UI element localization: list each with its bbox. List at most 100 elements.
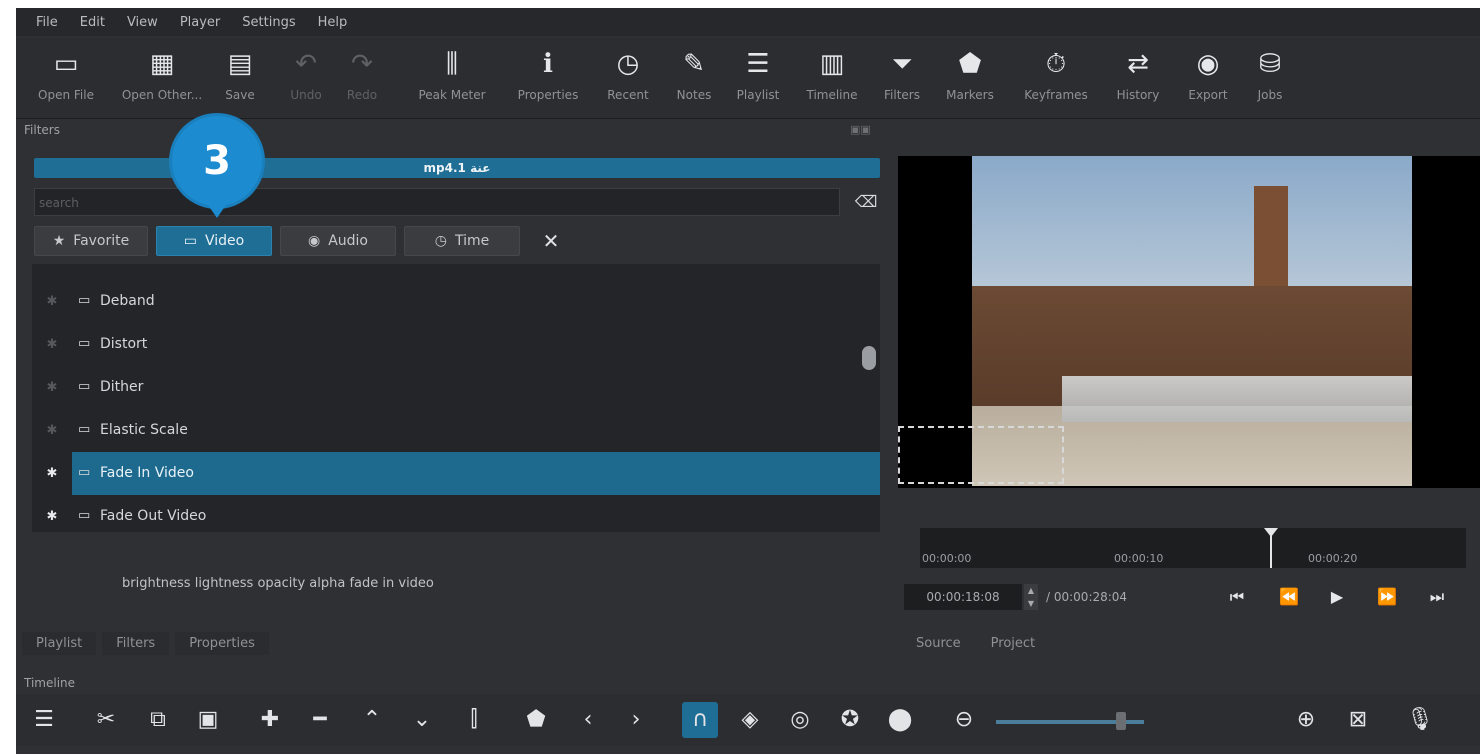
favorite-star-icon[interactable]: ✱ xyxy=(42,323,62,366)
skip-to-end-icon[interactable]: ⏭ xyxy=(1422,584,1452,610)
properties-button[interactable]: ℹ Properties xyxy=(518,44,579,102)
overwrite-icon[interactable]: ⌄ xyxy=(404,702,440,738)
history-icon: ⇄ xyxy=(1127,49,1149,79)
tab-audio[interactable]: ◉ Audio xyxy=(280,226,396,256)
monitor-icon: ▭ xyxy=(78,508,91,523)
filters-button[interactable]: ⏷ Filters xyxy=(884,44,920,102)
tab-video[interactable]: ▭ Video xyxy=(156,226,272,256)
zoom-out-icon[interactable]: ⊖ xyxy=(946,702,982,738)
favorite-star-icon[interactable]: ✱ xyxy=(42,409,62,452)
video-preview xyxy=(898,156,1480,488)
snap-icon[interactable]: ∩ xyxy=(682,702,718,738)
cut-icon[interactable]: ✂ xyxy=(88,702,124,738)
lift-icon[interactable]: ⌃ xyxy=(354,702,390,738)
skip-to-start-icon[interactable]: ⏮ xyxy=(1222,584,1252,610)
tab-playlist[interactable]: Playlist xyxy=(22,632,97,655)
export-button[interactable]: ◉ Export xyxy=(1188,44,1227,102)
peak-meter-button[interactable]: ⫼ Peak Meter xyxy=(418,44,485,102)
favorite-star-icon[interactable]: ✱ xyxy=(42,495,62,538)
step-callout: 3 xyxy=(172,116,262,218)
close-filter-icon[interactable]: ✕ xyxy=(536,226,566,256)
ripple-markers-icon[interactable]: ⬤ xyxy=(882,702,918,738)
filters-panel-title: Filters xyxy=(24,123,60,137)
redo-button[interactable]: ↷ Redo xyxy=(347,44,377,102)
favorite-star-icon[interactable]: ✱ xyxy=(42,280,62,323)
menu-settings[interactable]: Settings xyxy=(242,15,295,30)
split-icon[interactable]: ⫿ xyxy=(456,702,492,738)
playlist-button[interactable]: ☰ Playlist xyxy=(737,44,780,102)
rewind-icon[interactable]: ⏪ xyxy=(1274,584,1304,610)
list-item[interactable]: ✱ ▭ Dither xyxy=(32,366,880,409)
zoom-in-icon[interactable]: ⊕ xyxy=(1288,702,1324,738)
copy-icon[interactable]: ⧉ xyxy=(140,702,176,738)
player-ruler[interactable]: 00:00:00 00:00:10 00:00:20 xyxy=(920,528,1466,568)
stopwatch-icon: ⏱ xyxy=(1045,49,1067,79)
history-button[interactable]: ⇄ History xyxy=(1117,44,1160,102)
list-item[interactable]: ✱ ▭ Deband xyxy=(32,280,880,323)
recent-button[interactable]: ◷ Recent xyxy=(607,44,648,102)
next-marker-icon[interactable]: › xyxy=(618,702,654,738)
jobs-icon: ⛁ xyxy=(1259,49,1281,79)
marker-icon[interactable]: ⬟ xyxy=(518,702,554,738)
paste-icon[interactable]: ▣ xyxy=(190,702,226,738)
append-icon[interactable]: ✚ xyxy=(252,702,288,738)
filter-list: ✱ ▭ Deband ✱ ▭ Distort ✱ ▭ Dither ✱ ▭ El… xyxy=(32,264,880,532)
tab-time[interactable]: ◷ Time xyxy=(404,226,520,256)
open-file-button[interactable]: ▭ Open File xyxy=(38,44,94,102)
timecode-stepper[interactable]: ▲ ▼ xyxy=(1024,584,1038,610)
timeline-menu-icon[interactable]: ☰ xyxy=(26,702,62,738)
open-other-button[interactable]: ▦ Open Other... xyxy=(122,44,202,102)
scrub-icon[interactable]: ◈ xyxy=(732,702,768,738)
list-scrollbar[interactable] xyxy=(862,346,876,370)
favorite-star-icon[interactable]: ✱ xyxy=(42,452,62,495)
play-icon[interactable]: ▶ xyxy=(1322,584,1352,610)
zoom-fit-icon[interactable]: ⊠ xyxy=(1340,702,1376,738)
tab-properties[interactable]: Properties xyxy=(175,632,269,655)
menu-view[interactable]: View xyxy=(127,15,158,30)
zoom-slider-handle[interactable] xyxy=(1116,712,1126,730)
star-icon: ★ xyxy=(52,233,66,249)
tab-project[interactable]: Project xyxy=(979,632,1047,655)
selection-handles[interactable] xyxy=(898,426,1064,484)
tab-filters[interactable]: Filters xyxy=(102,632,170,655)
save-button[interactable]: ▤ Save xyxy=(225,44,254,102)
panel-float-icon[interactable]: ▣▣ xyxy=(850,123,871,136)
info-icon: ℹ xyxy=(543,49,553,79)
favorite-star-icon[interactable]: ✱ xyxy=(42,366,62,409)
menu-bar: File Edit View Player Settings Help xyxy=(16,8,1480,36)
list-item[interactable]: ✱ ▭ Fade Out Video xyxy=(32,495,880,538)
list-item-selected[interactable]: ✱ ▭ Fade In Video xyxy=(32,452,880,495)
menu-player[interactable]: Player xyxy=(180,15,220,30)
filter-description: brightness lightness opacity alpha fade … xyxy=(122,576,434,591)
undo-icon: ↶ xyxy=(295,49,317,79)
filter-icon: ⏷ xyxy=(891,49,913,79)
previous-marker-icon[interactable]: ‹ xyxy=(570,702,606,738)
menu-edit[interactable]: Edit xyxy=(80,15,105,30)
tab-source[interactable]: Source xyxy=(904,632,973,655)
list-item[interactable]: ✱ ▭ Distort xyxy=(32,323,880,366)
timeline-button[interactable]: ▥ Timeline xyxy=(806,44,857,102)
ripple-all-icon[interactable]: ✪ xyxy=(832,702,868,738)
filter-search-input[interactable]: search xyxy=(34,188,840,216)
undo-button[interactable]: ↶ Undo xyxy=(290,44,321,102)
speaker-icon: ◉ xyxy=(307,233,321,249)
save-icon: ▤ xyxy=(227,49,253,79)
keyframes-button[interactable]: ⏱ Keyframes xyxy=(1024,44,1088,102)
ripple-icon[interactable]: ◎ xyxy=(782,702,818,738)
microphone-icon[interactable]: 🎙 xyxy=(1402,702,1438,738)
menu-help[interactable]: Help xyxy=(318,15,348,30)
monitor-icon: ▭ xyxy=(78,379,91,394)
clear-search-icon[interactable]: ⌫ xyxy=(852,192,880,212)
list-item[interactable]: ✱ ▭ Elastic Scale xyxy=(32,409,880,452)
fast-forward-icon[interactable]: ⏩ xyxy=(1372,584,1402,610)
playhead[interactable] xyxy=(1264,528,1278,568)
timeline-toolbar: ☰ ✂ ⧉ ▣ ✚ ━ ⌃ ⌄ ⫿ ⬟ ‹ › ∩ ◈ ◎ ✪ ⬤ ⊖ ⊕ ⊠ … xyxy=(16,694,1480,746)
peak-meter-icon: ⫼ xyxy=(446,49,458,79)
tab-favorite[interactable]: ★ Favorite xyxy=(34,226,148,256)
menu-file[interactable]: File xyxy=(36,15,58,30)
markers-button[interactable]: ⬟ Markers xyxy=(946,44,994,102)
notes-button[interactable]: ✎ Notes xyxy=(677,44,712,102)
timecode-field[interactable]: 00:00:18:08 xyxy=(904,584,1022,610)
remove-icon[interactable]: ━ xyxy=(302,702,338,738)
jobs-button[interactable]: ⛁ Jobs xyxy=(1258,44,1283,102)
